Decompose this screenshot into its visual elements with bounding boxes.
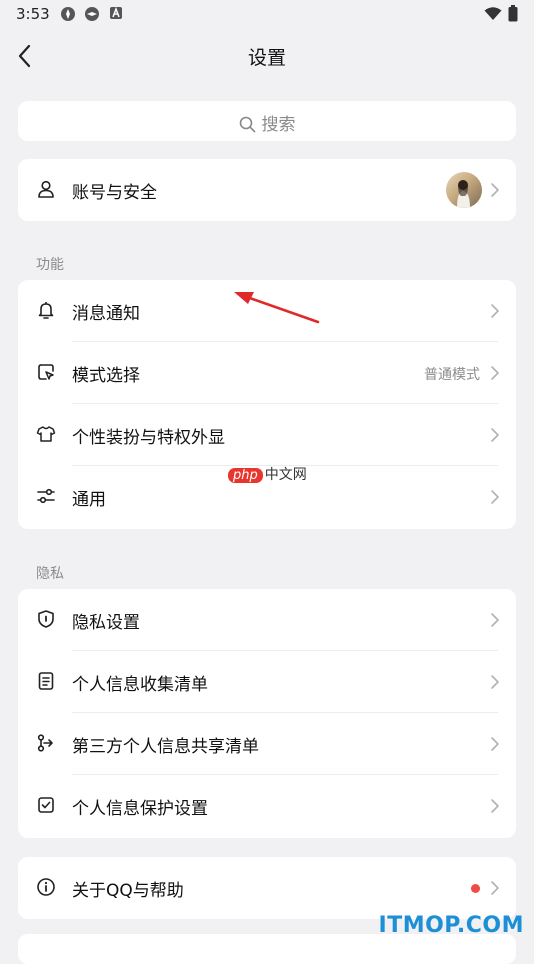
share-flow-icon (37, 734, 53, 752)
privacy-card: 隐私设置 个人信息收集清单 第三方个人信息共享清单 个人信息保护设置 (18, 589, 516, 838)
chevron-right-icon (491, 490, 499, 504)
personalization-label: 个性装扮与特权外显 (72, 428, 225, 448)
about-qq-help-label: 关于QQ与帮助 (72, 881, 184, 901)
mode-icon (38, 364, 54, 380)
chevron-right-icon (491, 881, 499, 895)
chevron-right-icon (491, 799, 499, 813)
bell-icon (38, 302, 54, 319)
third-party-sharing-label: 第三方个人信息共享清单 (72, 737, 259, 757)
checkbox-icon (38, 797, 54, 813)
sliders-icon (37, 488, 55, 504)
personal-info-protection-label: 个人信息保护设置 (72, 799, 208, 819)
next-card-partial (18, 934, 516, 964)
shield-icon (38, 610, 54, 628)
new-badge-dot (471, 884, 480, 893)
chevron-right-icon (491, 304, 499, 318)
notification-a-icon (110, 6, 122, 19)
shirt-icon (36, 426, 56, 442)
account-security-item[interactable]: 账号与安全 (18, 159, 516, 221)
message-notification-label: 消息通知 (72, 304, 140, 324)
personalization-item[interactable]: 个性装扮与特权外显 (18, 404, 516, 466)
avatar (446, 172, 482, 208)
notification-app-icon (85, 7, 99, 21)
wifi-icon (484, 7, 502, 20)
search-input[interactable]: 搜索 (18, 101, 516, 141)
notification-app-icon (61, 7, 75, 21)
php-watermark: php 中文网 (228, 464, 307, 484)
chevron-right-icon (491, 737, 499, 751)
search-icon (239, 116, 255, 133)
chevron-right-icon (491, 366, 499, 380)
section-title-features: 功能 (36, 257, 64, 273)
mode-select-label: 模式选择 (72, 366, 140, 386)
watermark-php: php (228, 468, 263, 483)
chevron-right-icon (491, 428, 499, 442)
personal-info-collection-label: 个人信息收集清单 (72, 675, 208, 695)
watermark-cn: 中文网 (264, 467, 307, 483)
about-card: 关于QQ与帮助 (18, 857, 516, 919)
general-label: 通用 (72, 490, 106, 510)
document-icon (38, 672, 54, 690)
privacy-settings-label: 隐私设置 (72, 613, 140, 633)
mode-select-item[interactable]: 模式选择 普通模式 (18, 342, 516, 404)
annotation-arrow (234, 292, 320, 324)
status-time: 3:53 (16, 5, 50, 23)
about-qq-help-item[interactable]: 关于QQ与帮助 (18, 857, 516, 919)
personal-info-collection-item[interactable]: 个人信息收集清单 (18, 651, 516, 713)
navigation-bar: 设置 (0, 30, 534, 82)
mode-select-value: 普通模式 (424, 367, 480, 383)
user-icon (38, 180, 54, 198)
search-placeholder: 搜索 (261, 115, 296, 135)
personal-info-protection-item[interactable]: 个人信息保护设置 (18, 775, 516, 837)
chevron-right-icon (491, 675, 499, 689)
status-bar: 3:53 (0, 0, 534, 28)
itmop-logo: ITMOP.COM (378, 913, 524, 938)
third-party-sharing-item[interactable]: 第三方个人信息共享清单 (18, 713, 516, 775)
battery-icon (508, 5, 518, 22)
privacy-settings-item[interactable]: 隐私设置 (18, 589, 516, 651)
account-card: 账号与安全 (18, 159, 516, 221)
page-title: 设置 (247, 47, 286, 69)
account-security-label: 账号与安全 (72, 183, 157, 203)
chevron-right-icon (491, 183, 499, 197)
info-icon (37, 878, 55, 896)
chevron-right-icon (491, 613, 499, 627)
section-title-privacy: 隐私 (36, 566, 64, 582)
